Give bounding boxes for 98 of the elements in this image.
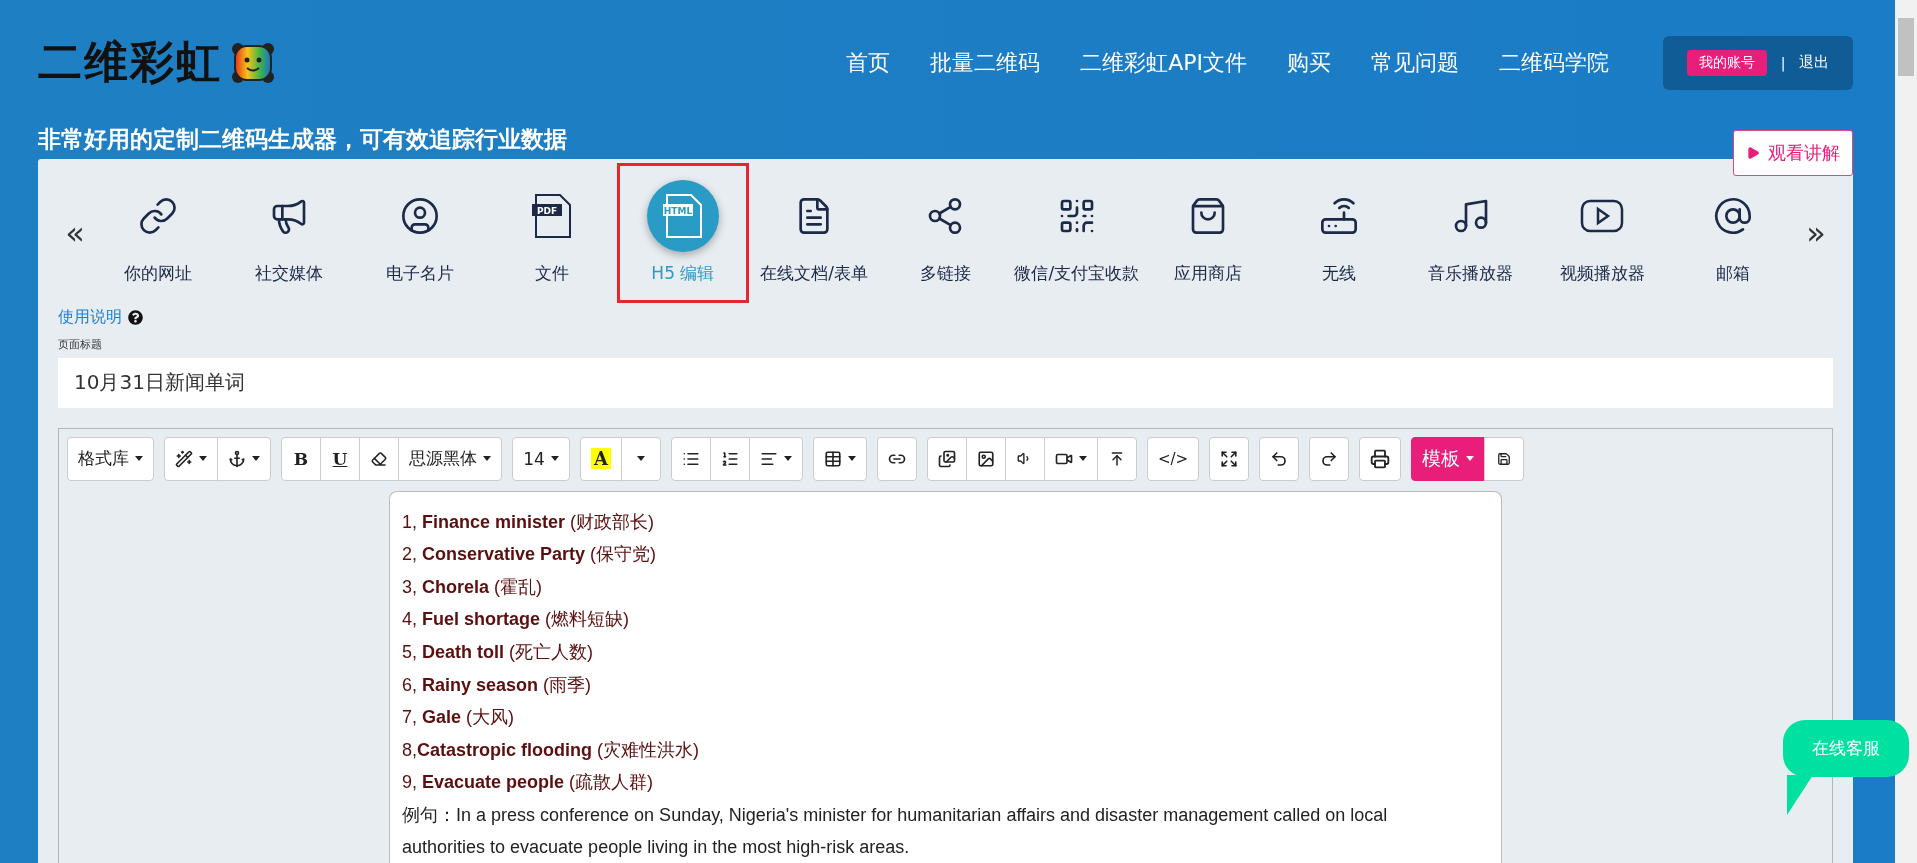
fullscreen-button[interactable]	[1209, 436, 1250, 481]
play-icon	[1580, 198, 1625, 235]
eraser-button[interactable]	[359, 436, 399, 481]
bold-button[interactable]: B	[281, 436, 321, 481]
undo-button[interactable]	[1259, 436, 1300, 481]
caret-icon	[483, 456, 491, 462]
video-button[interactable]	[1043, 436, 1098, 481]
category-tab[interactable]: 应用商店	[1169, 177, 1248, 289]
magic-wand-icon	[175, 449, 193, 468]
code-button[interactable]: </>	[1146, 436, 1200, 481]
caret-icon	[783, 456, 792, 462]
caret-icon	[1466, 456, 1475, 462]
effects-button[interactable]	[164, 436, 218, 481]
vocabulary-line: 8,Catastropic flooding (灾难性洪水)	[402, 738, 700, 762]
table-icon	[823, 449, 842, 468]
color-menu-button[interactable]	[620, 436, 661, 481]
example-sentence: 例句：In a press conference on Sunday, Nigeria's minister for humanitarian affairs and disaster management called on local authorities to evacuate people living in the most high-risk areas.	[402, 804, 1389, 859]
editor-content[interactable]	[389, 490, 1502, 863]
category-tab[interactable]: 音乐播放器	[1425, 177, 1517, 289]
category-tab[interactable]: PDF 文件	[512, 177, 591, 289]
category-tab[interactable]: 邮箱	[1694, 177, 1773, 289]
separator: |	[1780, 54, 1786, 71]
category-tab[interactable]: 视频播放器	[1556, 177, 1648, 289]
vocabulary-line: 3, Chorela (霍乱)	[402, 575, 544, 599]
vocabulary-line: 1, Finance minister (财政部长)	[402, 510, 656, 534]
style-menu[interactable]: 格式库	[67, 436, 154, 481]
anchor-icon	[228, 449, 246, 468]
vocabulary-line: 2, Conservative Party (保守党)	[402, 543, 658, 567]
caret-icon	[1078, 456, 1087, 462]
undo-icon	[1270, 449, 1289, 468]
print-button[interactable]	[1359, 436, 1402, 481]
vocabulary-line: 7, Gale (大风)	[402, 706, 516, 730]
nav-link[interactable]: 首页	[846, 47, 891, 78]
user-icon	[400, 196, 441, 237]
upload-button[interactable]	[1096, 436, 1137, 481]
underline-button[interactable]: U	[320, 436, 360, 481]
vocabulary-line: 4, Fuel shortage (燃料短缺)	[402, 608, 631, 632]
scrollbar[interactable]	[1895, 0, 1917, 863]
gallery-button[interactable]	[926, 436, 967, 481]
caret-icon	[135, 456, 143, 462]
save-icon	[1497, 451, 1512, 466]
category-tab[interactable]: 你的网址	[118, 177, 197, 289]
vocabulary-line: 5, Death toll (死亡人数)	[402, 641, 595, 665]
category-tab[interactable]: 在线文档/表单	[757, 177, 872, 289]
my-account-button[interactable]: 我的账号	[1686, 49, 1767, 76]
caret-icon	[252, 456, 260, 462]
align-button[interactable]	[748, 436, 803, 481]
nav-link[interactable]: 批量二维码	[930, 47, 1041, 78]
numbered-list-button[interactable]	[709, 436, 750, 481]
play-icon	[1746, 145, 1760, 160]
vocabulary-line: 6, Rainy season (雨季)	[402, 673, 593, 697]
images-icon	[937, 449, 956, 468]
bullet-list-button[interactable]	[670, 436, 711, 481]
numbered-list-icon	[720, 449, 739, 468]
tutorial-button[interactable]: 观看讲解	[1733, 129, 1853, 176]
logo[interactable]: 二维彩虹	[38, 33, 222, 93]
expand-icon	[1220, 449, 1239, 468]
font-color-button[interactable]: A	[580, 436, 622, 481]
logout-link[interactable]: 退出	[1799, 53, 1830, 73]
caret-icon	[199, 456, 207, 462]
image-icon	[976, 449, 995, 468]
tagline: 非常好用的定制二维码生成器，可有效追踪行业数据	[38, 124, 567, 154]
link-button[interactable]	[876, 436, 917, 481]
field-label: 页面标题	[58, 336, 103, 352]
nav-link[interactable]: 购买	[1287, 47, 1331, 78]
save-button[interactable]	[1484, 436, 1525, 481]
chat-bubble-tail-icon	[1787, 775, 1813, 815]
anchor-button[interactable]	[217, 436, 271, 481]
help-link[interactable]: 使用说明	[58, 307, 122, 329]
redo-button[interactable]	[1309, 436, 1350, 481]
at-sign-icon	[1713, 196, 1754, 237]
category-tab[interactable]: 社交媒体	[249, 177, 328, 289]
category-tab[interactable]: 无线	[1300, 177, 1379, 289]
redo-icon	[1320, 449, 1339, 468]
next-button[interactable]: »	[1799, 213, 1833, 252]
nav-link[interactable]: 常见问题	[1371, 47, 1459, 78]
category-tab[interactable]: 微信/支付宝收款	[1011, 177, 1143, 289]
previous-button[interactable]: «	[58, 213, 92, 252]
vocabulary-line: 9, Evacuate people (疏散人群)	[402, 771, 655, 795]
audio-button[interactable]	[1004, 436, 1045, 481]
caret-icon	[636, 456, 645, 462]
image-button[interactable]	[965, 436, 1006, 481]
help-icon	[128, 310, 143, 326]
caret-icon	[847, 456, 856, 462]
eraser-icon	[371, 450, 387, 467]
nav-link[interactable]: 二维彩虹API文件	[1080, 47, 1247, 78]
category-tab[interactable]: 电子名片	[381, 177, 460, 289]
title-field[interactable]: 10月31日新闻单词	[58, 357, 1833, 408]
template-menu[interactable]: 模板	[1411, 436, 1486, 481]
caret-icon	[550, 456, 559, 462]
nav-link[interactable]: 二维码学院	[1499, 47, 1609, 78]
printer-icon	[1370, 448, 1391, 469]
font-menu[interactable]: 思源黑体	[398, 436, 502, 481]
font-size-menu[interactable]: 14	[512, 436, 570, 481]
router-icon	[1319, 196, 1360, 237]
table-button[interactable]	[812, 436, 867, 481]
link-icon	[137, 196, 178, 237]
category-tab[interactable]: 多链接	[906, 177, 985, 289]
